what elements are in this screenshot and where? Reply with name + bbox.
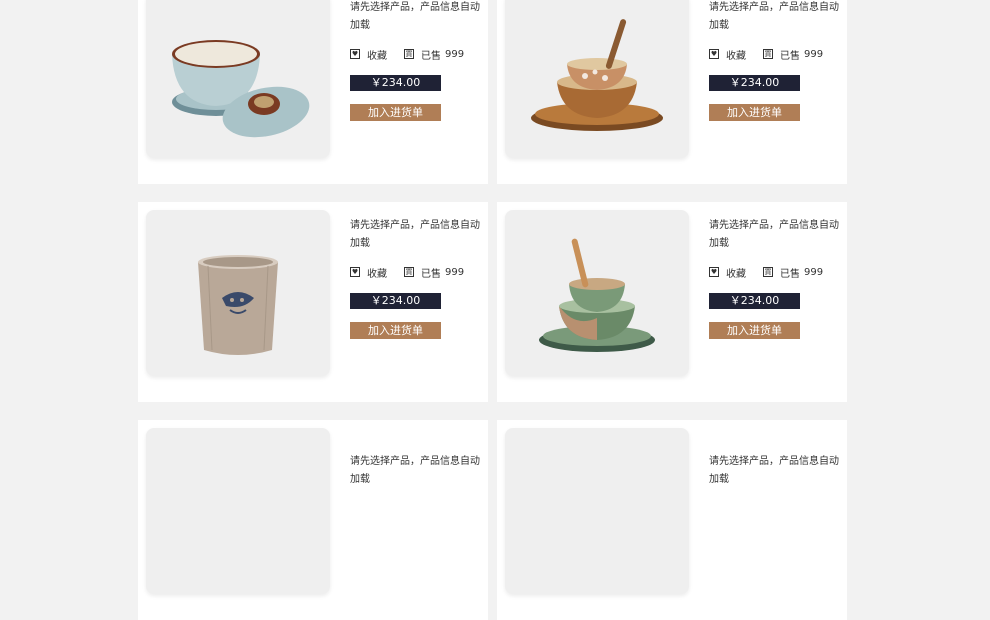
favorite-label[interactable]: 收藏 <box>367 265 387 280</box>
bowl-set-floral-icon <box>531 19 663 131</box>
sold-count: 999 <box>804 266 824 278</box>
product-description: 请先选择产品，产品信息自动加载 <box>350 456 480 485</box>
price-tag: ￥234.00 <box>709 75 800 91</box>
product-card[interactable]: 请先选择产品，产品信息自动加载 <box>497 420 847 620</box>
purchase-icon: 買 <box>763 49 773 59</box>
sold-label: 已售 <box>780 268 800 280</box>
sold-label: 已售 <box>421 268 441 280</box>
product-description: 请先选择产品，产品信息自动加载 <box>709 220 839 249</box>
add-to-order-button[interactable]: 加入进货单 <box>350 322 441 339</box>
sold-count: 999 <box>804 48 824 60</box>
purchase-icon: 買 <box>404 267 414 277</box>
sold-label: 已售 <box>421 50 441 62</box>
gaiwan-teacup-icon <box>172 40 310 138</box>
heart-icon[interactable]: ♥ <box>709 49 719 59</box>
product-card[interactable]: 请先选择产品，产品信息自动加载 ♥ 收藏 買 已售 999 ￥234.00 加入… <box>497 0 847 184</box>
product-description: 请先选择产品，产品信息自动加载 <box>709 2 839 31</box>
purchase-icon: 買 <box>763 267 773 277</box>
price-tag: ￥234.00 <box>709 293 800 309</box>
favorite-label[interactable]: 收藏 <box>726 47 746 62</box>
favorite-label[interactable]: 收藏 <box>726 265 746 280</box>
purchase-icon: 買 <box>404 49 414 59</box>
heart-icon[interactable]: ♥ <box>350 267 360 277</box>
product-card[interactable]: 请先选择产品，产品信息自动加载 <box>138 420 488 620</box>
product-image[interactable] <box>146 0 330 158</box>
product-image[interactable] <box>505 428 689 594</box>
product-image[interactable] <box>505 0 689 158</box>
sold-label: 已售 <box>780 50 800 62</box>
price-tag: ￥234.00 <box>350 293 441 309</box>
add-to-order-button[interactable]: 加入进货单 <box>709 104 800 121</box>
product-card[interactable]: 请先选择产品，产品信息自动加载 ♥ 收藏 買 已售 999 ￥234.00 加入… <box>497 202 847 402</box>
heart-icon[interactable]: ♥ <box>350 49 360 59</box>
price-tag: ￥234.00 <box>350 75 441 91</box>
bowl-set-green-icon <box>539 238 655 352</box>
product-image[interactable] <box>146 428 330 594</box>
favorite-label[interactable]: 收藏 <box>367 47 387 62</box>
product-description: 请先选择产品，产品信息自动加载 <box>709 456 839 485</box>
product-card[interactable]: 请先选择产品，产品信息自动加载 ♥ 收藏 買 已售 999 ￥234.00 加入… <box>138 202 488 402</box>
product-description: 请先选择产品，产品信息自动加载 <box>350 2 480 31</box>
product-image[interactable] <box>146 210 330 376</box>
ceramic-cup-icon <box>198 255 278 355</box>
product-card[interactable]: 请先选择产品，产品信息自动加载 ♥ 收藏 買 已售 999 ￥234.00 加入… <box>138 0 488 184</box>
product-image[interactable] <box>505 210 689 376</box>
heart-icon[interactable]: ♥ <box>709 267 719 277</box>
add-to-order-button[interactable]: 加入进货单 <box>709 322 800 339</box>
sold-count: 999 <box>445 266 465 278</box>
product-description: 请先选择产品，产品信息自动加载 <box>350 220 480 249</box>
add-to-order-button[interactable]: 加入进货单 <box>350 104 441 121</box>
sold-count: 999 <box>445 48 465 60</box>
